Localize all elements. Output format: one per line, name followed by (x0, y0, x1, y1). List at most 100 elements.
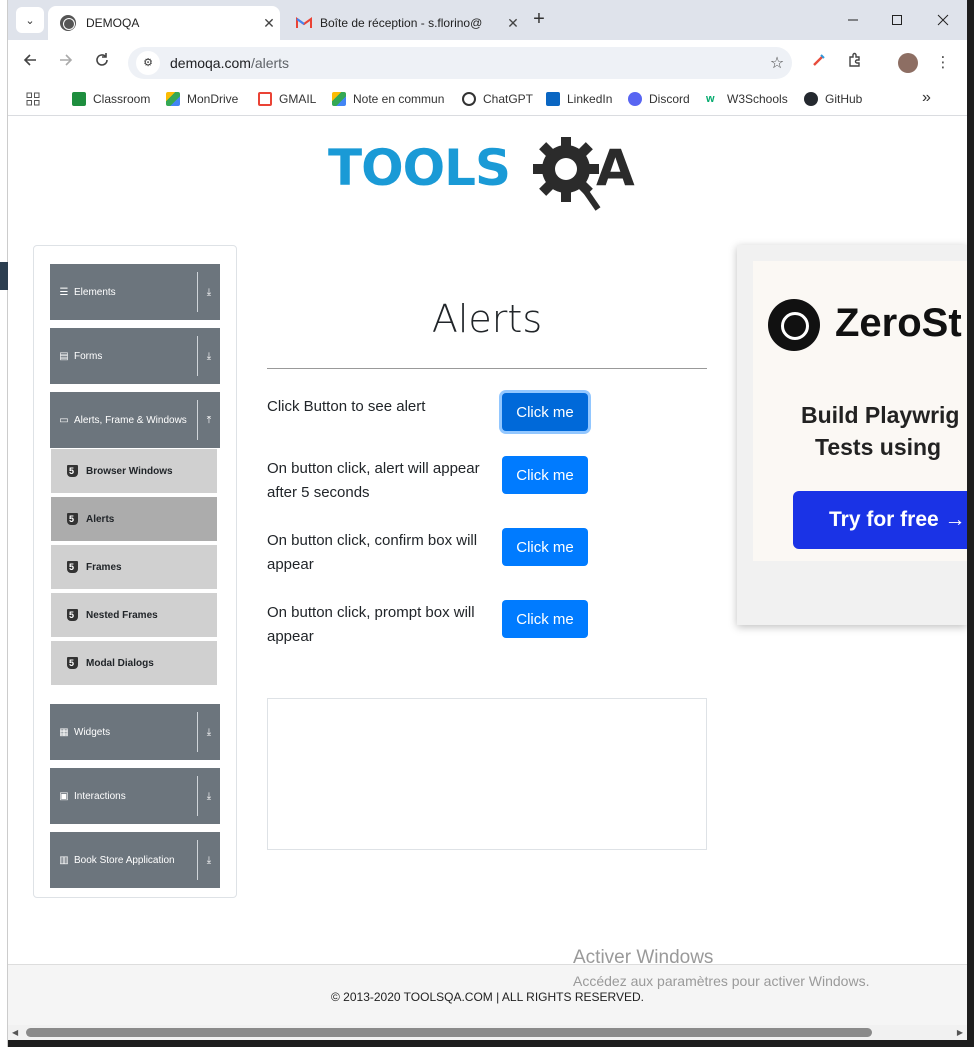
bookmark-label: GitHub (825, 92, 863, 106)
bookmark-label: W3Schools (727, 92, 788, 106)
browser-toolbar: ⚙ demoqa.com/alerts ☆ ⋮ (8, 40, 967, 86)
scrollbar-thumb[interactable] (26, 1028, 872, 1037)
expand-arrow-icon[interactable]: ⤓ (198, 855, 220, 866)
window-icon: ▭ (59, 414, 69, 426)
svg-text:TOOLS: TOOLS (328, 139, 510, 197)
sidebar-item-frames[interactable]: Frames (51, 545, 217, 591)
profile-avatar[interactable] (898, 53, 918, 73)
bookmark-mondrive[interactable]: MonDrive (166, 92, 238, 106)
kebab-menu-icon[interactable]: ⋮ (932, 52, 954, 74)
alert-row-label: Click Button to see alert (267, 398, 426, 415)
horizontal-scrollbar[interactable]: ◀ ▶ (8, 1025, 967, 1040)
activation-watermark-subtitle: Accédez aux paramètres pour activer Wind… (573, 973, 870, 989)
browser-window: ⌄ DEMOQA ✕ Boîte de réception - s.florin… (8, 0, 967, 1040)
scroll-right-icon[interactable]: ▶ (957, 1028, 963, 1037)
tab-gmail[interactable]: Boîte de réception - s.florino@ ✕ (284, 6, 524, 40)
reload-icon[interactable] (90, 51, 114, 75)
w3schools-icon: w (706, 92, 720, 106)
bookmark-w3schools[interactable]: w W3Schools (706, 92, 788, 106)
tab-title: DEMOQA (86, 16, 140, 30)
bookmark-github[interactable]: GitHub (804, 92, 862, 106)
sidebar-item-modal-dialogs[interactable]: Modal Dialogs (51, 641, 217, 687)
gmail-icon (258, 92, 272, 106)
group-label: Alerts, Frame & Windows (74, 414, 187, 426)
ad-placeholder-box (267, 698, 707, 850)
maximize-icon[interactable] (874, 0, 920, 40)
expand-arrow-icon[interactable]: ⤓ (198, 351, 220, 362)
bookmark-chatgpt[interactable]: ChatGPT (462, 92, 533, 106)
back-icon[interactable] (18, 51, 42, 75)
sidebar-group-forms[interactable]: ▤ Forms ⤓ (50, 328, 220, 384)
apps-grid-icon[interactable] (26, 92, 40, 106)
confirm-button[interactable]: Click me (502, 528, 588, 566)
prompt-button[interactable]: Click me (502, 600, 588, 638)
activation-watermark-title: Activer Windows (573, 947, 714, 968)
classroom-icon (72, 92, 86, 106)
close-window-icon[interactable] (920, 0, 966, 40)
group-label: Interactions (74, 790, 126, 802)
toolsqa-logo[interactable]: TOOLS A (328, 136, 658, 217)
scroll-left-icon[interactable]: ◀ (12, 1028, 18, 1037)
book-icon: ▥ (59, 854, 69, 866)
ad-cta-button[interactable]: Try for free → (793, 491, 967, 549)
bookmark-note-en-commun[interactable]: Note en commun (332, 92, 444, 106)
collapse-arrow-icon[interactable]: ⤒ (198, 415, 220, 426)
tab-demoqa[interactable]: DEMOQA ✕ (48, 6, 280, 40)
html5-icon (67, 561, 78, 573)
sidebar-item-alerts[interactable]: Alerts (51, 497, 217, 543)
bookmark-linkedin[interactable]: LinkedIn (546, 92, 612, 106)
page-title: Alerts (431, 297, 543, 341)
new-tab-button[interactable]: + (528, 9, 550, 31)
tab-close-icon[interactable]: ✕ (502, 15, 524, 32)
background-window (0, 0, 8, 1047)
drive-icon (332, 92, 346, 106)
more-bookmarks-icon[interactable]: » (922, 89, 931, 107)
demoqa-page: TOOLS A ☰ Elements ⤓ ▤ Forms ⤓ ▭ Alerts,… (8, 121, 967, 1040)
sidebar: ☰ Elements ⤓ ▤ Forms ⤓ ▭ Alerts, Frame &… (33, 245, 237, 898)
site-info-icon[interactable]: ⚙ (136, 51, 160, 75)
bookmark-label: LinkedIn (567, 92, 613, 106)
advertisement[interactable]: ZeroSt Build Playwrig Tests using Try fo… (737, 245, 967, 625)
bookmark-gmail[interactable]: GMAIL (258, 92, 316, 106)
timer-alert-button[interactable]: Click me (502, 456, 588, 494)
tab-strip: ⌄ DEMOQA ✕ Boîte de réception - s.florin… (8, 0, 967, 40)
bookmark-label: Discord (649, 92, 690, 106)
bookmark-classroom[interactable]: Classroom (72, 92, 150, 106)
sidebar-item-label: Alerts (86, 513, 115, 525)
expand-arrow-icon[interactable]: ⤓ (198, 287, 220, 298)
sidebar-group-alerts-frame-windows[interactable]: ▭ Alerts, Frame & Windows ⤒ (50, 392, 220, 448)
minimize-icon[interactable] (830, 0, 876, 40)
gmail-icon (296, 17, 312, 29)
ad-card[interactable]: ZeroSt Build Playwrig Tests using Try fo… (753, 261, 967, 561)
url-text: demoqa.com/alerts (170, 55, 762, 71)
tab-search-button[interactable]: ⌄ (16, 7, 44, 33)
title-divider (267, 368, 707, 369)
bookmark-discord[interactable]: Discord (628, 92, 690, 106)
zerostep-logo-icon (768, 299, 820, 351)
bookmark-label: ChatGPT (483, 92, 534, 106)
sidebar-group-book-store[interactable]: ▥ Book Store Application ⤓ (50, 832, 220, 888)
sidebar-group-interactions[interactable]: ▣ Interactions ⤓ (50, 768, 220, 824)
sidebar-group-widgets[interactable]: ▦ Widgets ⤓ (50, 704, 220, 760)
globe-icon (60, 15, 76, 31)
sidebar-item-nested-frames[interactable]: Nested Frames (51, 593, 217, 639)
address-bar[interactable]: ⚙ demoqa.com/alerts ☆ (128, 47, 792, 79)
chatgpt-icon (462, 92, 476, 106)
bookmark-label: GMAIL (279, 92, 317, 106)
tab-close-icon[interactable]: ✕ (258, 15, 280, 32)
forward-icon[interactable] (54, 51, 78, 75)
confirm-row-label: On button click, confirm box will appear (267, 532, 478, 573)
prompt-row-label: On button click, prompt box will appear (267, 604, 475, 645)
ad-tagline-line1: Build Playwrig (801, 402, 960, 428)
html5-icon (67, 609, 78, 621)
bookmark-star-icon[interactable]: ☆ (762, 53, 792, 73)
sidebar-item-browser-windows[interactable]: Browser Windows (51, 449, 217, 495)
sidebar-group-elements[interactable]: ☰ Elements ⤓ (50, 264, 220, 320)
extensions-puzzle-icon[interactable] (844, 52, 866, 74)
alert-button[interactable]: Click me (502, 393, 588, 431)
expand-arrow-icon[interactable]: ⤓ (198, 727, 220, 738)
extension-pen-icon[interactable] (808, 52, 830, 74)
group-label: Elements (74, 286, 116, 298)
expand-arrow-icon[interactable]: ⤓ (198, 791, 220, 802)
tab-title: Boîte de réception - s.florino@ (320, 16, 483, 30)
